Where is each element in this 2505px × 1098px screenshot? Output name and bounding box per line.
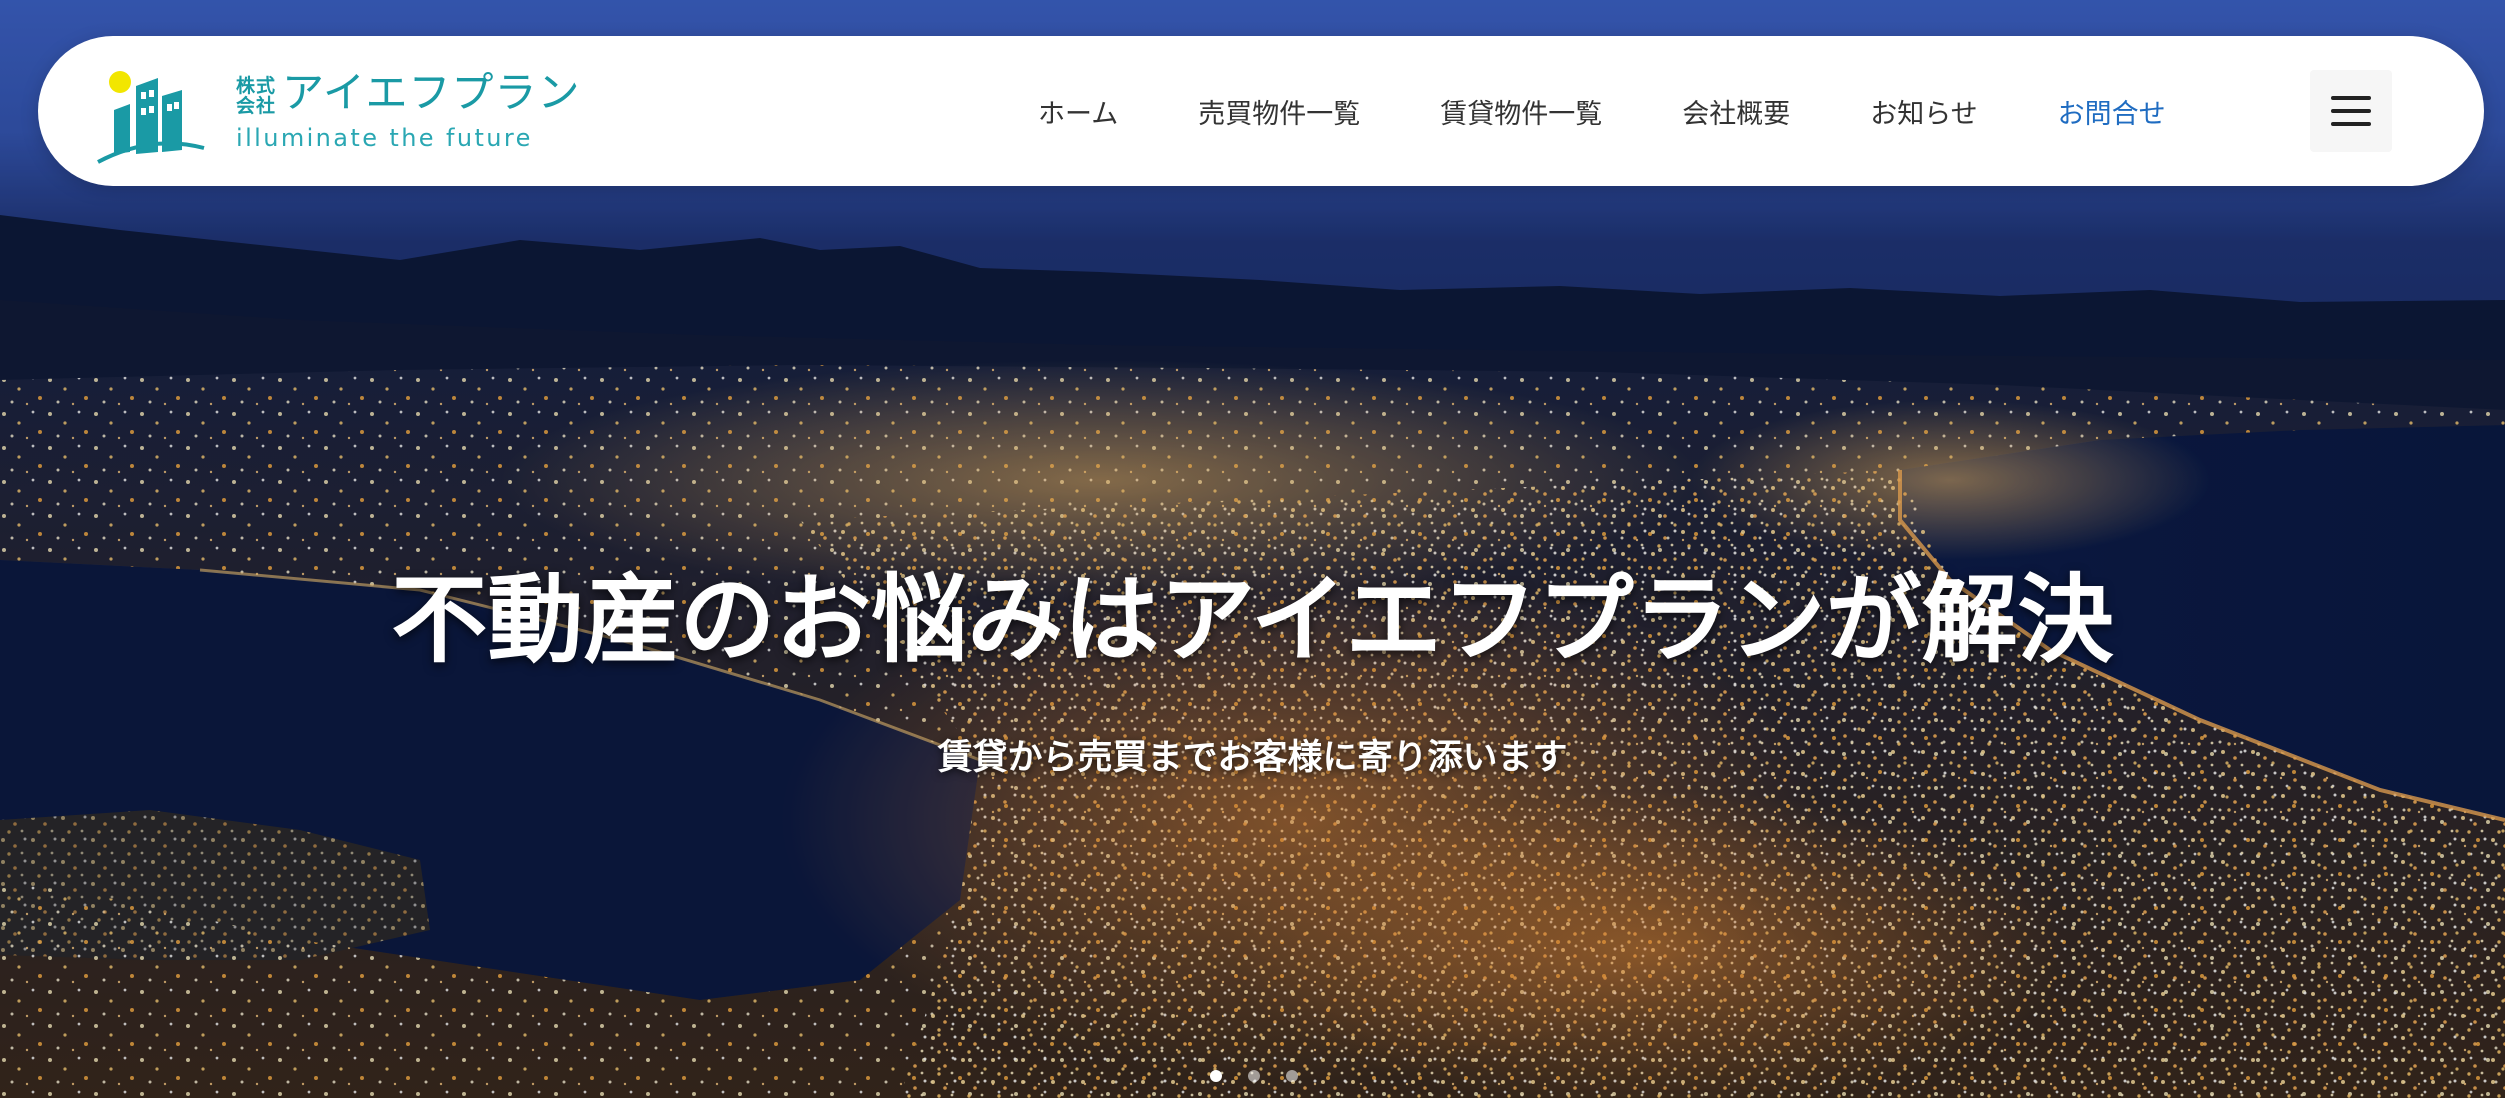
- hamburger-menu-icon-bar: [2331, 109, 2371, 113]
- site-header: 株式会社 アイエフプラン illuminate the future ホーム 売…: [38, 36, 2484, 186]
- slider-dot-1[interactable]: [1210, 1070, 1222, 1082]
- building-logo-icon: [97, 71, 205, 164]
- hamburger-menu-button[interactable]: [2310, 70, 2392, 152]
- hamburger-menu-icon-bar: [2331, 122, 2371, 126]
- hero-title: 不動産のお悩みはアイエフプランが解決: [391, 564, 2114, 676]
- nav-sale-listings[interactable]: 売買物件一覧: [1198, 92, 1360, 131]
- company-logo[interactable]: 株式会社 アイエフプラン illuminate the future: [96, 64, 579, 164]
- slider-dot-2[interactable]: [1248, 1070, 1260, 1082]
- nav-rental-listings[interactable]: 賃貸物件一覧: [1440, 92, 1602, 131]
- nav-contact[interactable]: お問合せ: [2058, 92, 2166, 131]
- nav-company-profile[interactable]: 会社概要: [1682, 92, 1790, 131]
- nav-home[interactable]: ホーム: [1038, 92, 1118, 131]
- nav-news[interactable]: お知らせ: [1870, 92, 1977, 131]
- hero-subtitle: 賃貸から売買までお客様に寄り添います: [937, 738, 1568, 778]
- hamburger-menu-icon: [2331, 96, 2371, 100]
- logo-tagline: illuminate the future: [236, 124, 533, 152]
- logo-company-prefix: 株式会社: [236, 75, 277, 117]
- slider-dot-3[interactable]: [1286, 1070, 1298, 1082]
- logo-company-name: アイエフプラン: [282, 68, 581, 117]
- main-nav: ホーム 売買物件一覧 賃貸物件一覧 会社概要 お知らせ お問合せ: [1038, 36, 2246, 186]
- slider-dots: [1210, 1070, 1298, 1084]
